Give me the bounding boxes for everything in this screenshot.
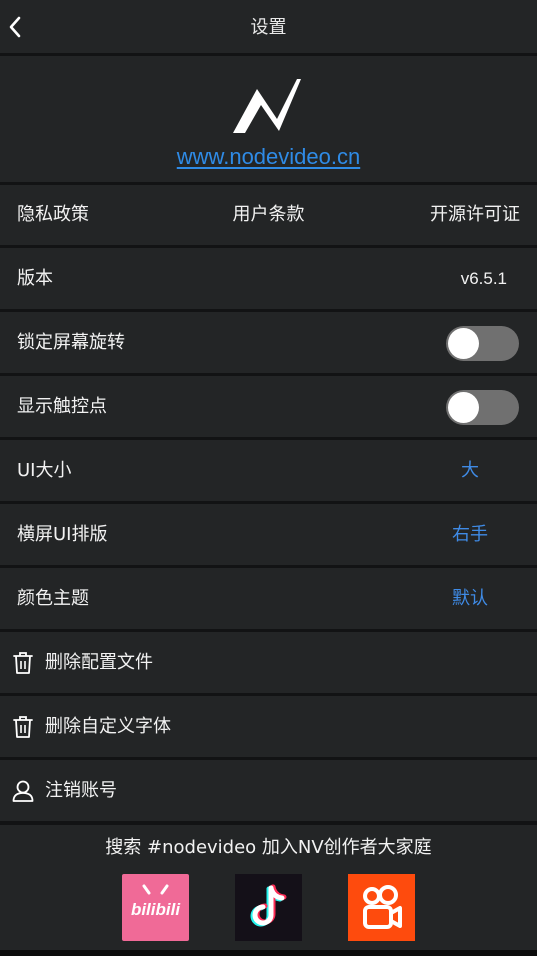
landscape-layout-option[interactable]: 右手 bbox=[430, 504, 510, 565]
lock-rotation-toggle[interactable] bbox=[446, 326, 519, 361]
logout-account-button[interactable]: 注销账号 bbox=[0, 760, 537, 821]
open-source-license-link[interactable]: 开源许可证 bbox=[430, 185, 520, 245]
color-theme-option[interactable]: 默认 bbox=[430, 568, 510, 629]
kuaishou-logo bbox=[363, 885, 402, 929]
bilibili-logo-text: bilibili bbox=[131, 900, 181, 919]
show-touches-row: 显示触控点 bbox=[0, 376, 537, 437]
version-label: 版本 bbox=[17, 268, 53, 289]
delete-config-label: 删除配置文件 bbox=[45, 652, 153, 673]
community-text: 搜索 #nodevideo 加入NV创作者大家庭 bbox=[105, 837, 432, 858]
lock-rotation-row: 锁定屏幕旋转 bbox=[0, 312, 537, 373]
kuaishou-icon[interactable] bbox=[348, 874, 415, 941]
delete-config-button[interactable]: 删除配置文件 bbox=[0, 632, 537, 693]
community-footer: 搜索 #nodevideo 加入NV创作者大家庭 bilibili bbox=[0, 825, 537, 950]
logo-section: www.nodevideo.cn bbox=[0, 56, 537, 182]
ui-size-label: UI大小 bbox=[17, 460, 72, 481]
trash-icon bbox=[13, 716, 33, 738]
user-icon bbox=[12, 780, 34, 802]
tiktok-icon[interactable] bbox=[235, 874, 302, 941]
nodevideo-logo-icon bbox=[233, 79, 301, 133]
toggle-knob bbox=[448, 328, 479, 359]
color-theme-row: 颜色主题 默认 bbox=[0, 568, 537, 629]
color-theme-label: 颜色主题 bbox=[17, 588, 89, 609]
toggle-knob bbox=[448, 392, 479, 423]
legal-links-row: 隐私政策 用户条款 开源许可证 bbox=[0, 185, 537, 245]
top-bar: 设置 bbox=[0, 0, 537, 53]
trash-icon bbox=[13, 652, 33, 674]
website-link[interactable]: www.nodevideo.cn bbox=[0, 144, 537, 170]
version-row: 版本 v6.5.1 bbox=[0, 248, 537, 309]
bottom-edge bbox=[0, 950, 537, 956]
show-touches-toggle[interactable] bbox=[446, 390, 519, 425]
ui-size-row: UI大小 大 bbox=[0, 440, 537, 501]
tiktok-logo bbox=[250, 884, 287, 927]
landscape-layout-row: 横屏UI排版 右手 bbox=[0, 504, 537, 565]
delete-fonts-button[interactable]: 删除自定义字体 bbox=[0, 696, 537, 757]
landscape-layout-label: 横屏UI排版 bbox=[17, 524, 108, 545]
delete-fonts-label: 删除自定义字体 bbox=[45, 716, 171, 737]
version-value: v6.5.1 bbox=[460, 269, 507, 288]
show-touches-label: 显示触控点 bbox=[17, 396, 107, 417]
page-title: 设置 bbox=[250, 17, 287, 38]
lock-rotation-label: 锁定屏幕旋转 bbox=[17, 332, 125, 353]
bilibili-logo: bilibili bbox=[131, 884, 181, 919]
ui-size-option[interactable]: 大 bbox=[430, 440, 510, 501]
logout-account-label: 注销账号 bbox=[45, 780, 117, 801]
bilibili-icon[interactable]: bilibili bbox=[122, 874, 189, 941]
